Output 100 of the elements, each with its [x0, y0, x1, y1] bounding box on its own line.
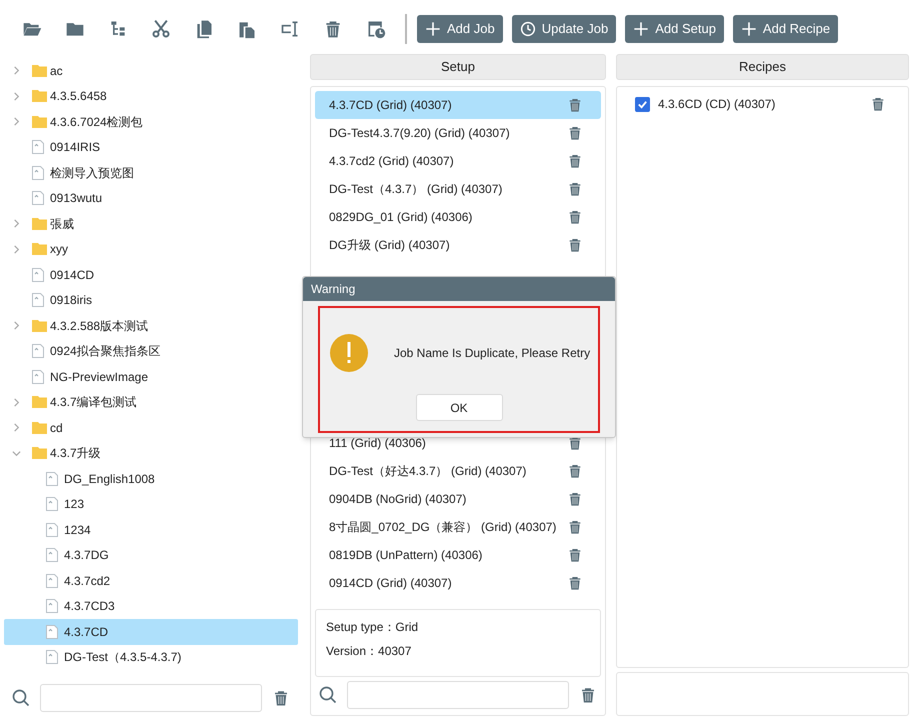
tree-label: 0914IRIS [50, 139, 100, 156]
file-icon [32, 268, 44, 282]
plus-icon [633, 21, 650, 37]
tree-item[interactable]: 4.3.2.588版本测试 [4, 313, 298, 338]
setup-item[interactable]: 0829DG_01 (Grid) (40306) [315, 203, 601, 231]
trash-icon[interactable] [567, 208, 583, 226]
folder-icon [32, 218, 47, 230]
dialog-message: Job Name Is Duplicate, Please Retry [394, 345, 590, 362]
clock-icon [520, 21, 536, 37]
tree-label: 检测导入预览图 [50, 164, 134, 182]
file-icon [32, 191, 44, 206]
text-field-icon[interactable] [280, 19, 300, 39]
checkbox[interactable] [635, 96, 650, 112]
tree-item[interactable]: 检测导入预览图 [4, 160, 298, 186]
setup-item[interactable]: 0914CD (Grid) (40307) [315, 569, 601, 597]
setup-label: DG-Test（4.3.7） (Grid) (40307) [329, 181, 502, 198]
tree-item[interactable]: 0913wutu [4, 186, 298, 211]
file-icon [46, 624, 58, 639]
tree-label: NG-PreviewImage [50, 368, 148, 386]
tree-item[interactable]: cd [4, 415, 298, 440]
setup-item[interactable]: 4.3.7cd2 (Grid) (40307) [315, 147, 601, 175]
setup-item[interactable]: 4.3.7CD (Grid) (40307) [315, 91, 601, 119]
trash-icon[interactable] [870, 95, 886, 113]
setup-item[interactable]: DG-Test4.3.7(9.20) (Grid) (40307) [315, 119, 601, 147]
recipe-label: 4.3.6CD (CD) (40307) [658, 96, 776, 113]
toolbar-button[interactable]: Add Job [417, 15, 503, 43]
setup-item[interactable]: DG-Test（4.3.7） (Grid) (40307) [315, 175, 601, 203]
tree-label: 4.3.6.7024检测包 [50, 114, 143, 131]
tree-item[interactable]: 4.3.7CD [4, 619, 298, 644]
trash-icon[interactable] [567, 462, 583, 480]
setup-label: DG-Test（好达4.3.7） (Grid) (40307) [329, 463, 526, 480]
toolbar-button[interactable]: Update Job [512, 15, 616, 43]
tree-item[interactable]: 123 [4, 492, 298, 517]
setup-label: DG升级 (Grid) (40307) [329, 237, 450, 254]
check-icon [637, 98, 648, 110]
trash-icon[interactable] [567, 518, 583, 536]
trash-icon[interactable] [567, 96, 583, 114]
tree-item[interactable]: 4.3.7cd2 [4, 568, 298, 594]
trash-icon[interactable] [567, 152, 583, 170]
trash-icon[interactable] [567, 124, 583, 142]
search-icon [319, 686, 337, 704]
file-icon [46, 548, 58, 562]
tree-item[interactable]: 張威 [4, 211, 298, 236]
search-field[interactable] [40, 684, 262, 712]
setup-label: 0829DG_01 (Grid) (40306) [329, 209, 472, 226]
tree-item[interactable]: DG_English1008 [4, 466, 298, 492]
scissors-icon[interactable] [150, 19, 170, 39]
tree-label: 0914CD [50, 266, 94, 284]
tree-label: 張威 [50, 216, 74, 233]
setup-item[interactable]: 0819DB (UnPattern) (40306) [315, 541, 601, 569]
tree-label: 4.3.7DG [64, 547, 109, 564]
plus-icon [425, 21, 441, 37]
folder-icon [32, 243, 47, 256]
setup-label: 0914CD (Grid) (40307) [329, 575, 452, 592]
setup-label: 0904DB (NoGrid) (40307) [329, 491, 466, 508]
setup-item[interactable]: 8寸晶圆_0702_DG（兼容） (Grid) (40307) [315, 513, 601, 541]
tree-item[interactable]: xyy [4, 236, 298, 262]
tree-item[interactable]: 4.3.7CD3 [4, 594, 298, 619]
tree-item[interactable]: 0918iris [4, 288, 298, 313]
ok-button[interactable]: OK [416, 394, 502, 421]
trash-icon[interactable] [567, 180, 583, 198]
tree-item[interactable]: 4.3.6.7024检测包 [4, 109, 298, 134]
info-text: Version：40307 [326, 643, 412, 660]
tree-label: ac [50, 62, 63, 80]
file-icon [46, 472, 58, 486]
tree-item[interactable]: 0914IRIS [4, 134, 298, 160]
tree-item[interactable]: 4.3.7编译包测试 [4, 390, 298, 415]
search-field[interactable] [347, 681, 569, 709]
tree-item[interactable]: 0924拟合聚焦指条区 [4, 338, 298, 364]
toolbar-button[interactable]: Add Recipe [732, 15, 838, 43]
column-header: Setup [310, 54, 606, 80]
search-icon [12, 689, 30, 707]
calendar-clock-icon[interactable] [366, 19, 386, 39]
trash-icon[interactable] [567, 490, 583, 508]
tree-label: 0924拟合聚焦指条区 [50, 343, 161, 360]
setup-item[interactable]: DG升级 (Grid) (40307) [315, 231, 601, 259]
folder-icon [32, 116, 47, 128]
tree-item[interactable]: 4.3.7DG [4, 542, 298, 568]
setup-item[interactable]: 0904DB (NoGrid) (40307) [315, 485, 601, 513]
file-icon [46, 522, 58, 537]
toolbar-button[interactable]: Add Setup [625, 15, 724, 43]
tree-item[interactable]: ac [4, 58, 298, 84]
input-field[interactable] [616, 672, 909, 716]
tree-item[interactable]: 0914CD [4, 262, 298, 288]
folder-icon [32, 64, 47, 77]
tree-item[interactable]: 4.3.7升级 [4, 440, 298, 466]
setup-item[interactable]: DG-Test（好达4.3.7） (Grid) (40307) [315, 457, 601, 485]
folder-icon [32, 447, 47, 460]
trash-icon[interactable] [567, 236, 583, 254]
plus-icon [740, 21, 757, 37]
tree-item[interactable]: NG-PreviewImage [4, 364, 298, 390]
tree-item[interactable]: DG-Test（4.3.5-4.3.7) [4, 644, 298, 670]
tree-item[interactable]: 1234 [4, 517, 298, 542]
trash-icon[interactable] [567, 574, 583, 592]
trash-icon[interactable] [567, 546, 583, 564]
info-text: Setup type：Grid [326, 619, 420, 636]
tree-label: 0913wutu [50, 190, 102, 208]
tree-item[interactable]: 4.3.5.6458 [4, 84, 298, 109]
setup-label: 4.3.7CD (Grid) (40307) [329, 97, 452, 114]
file-icon [46, 574, 58, 588]
